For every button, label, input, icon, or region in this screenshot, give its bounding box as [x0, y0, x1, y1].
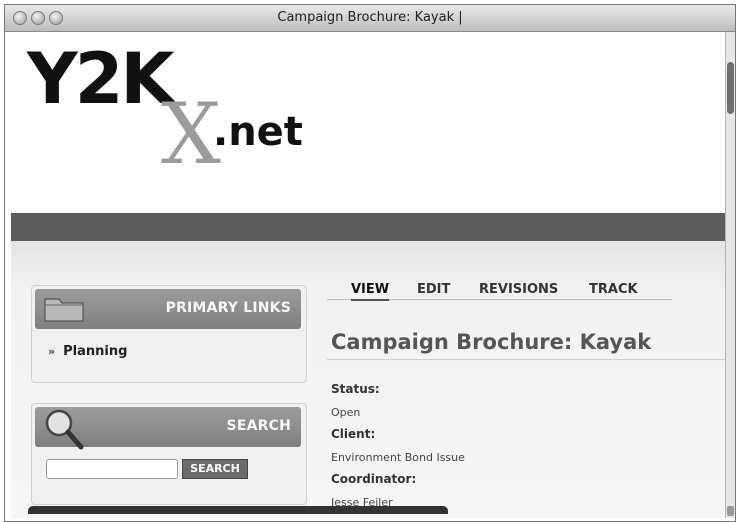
logo-net-text: .net [213, 109, 303, 155]
search-block: SEARCH SEARCH [31, 403, 307, 505]
window-title: Campaign Brochure: Kayak | [277, 10, 463, 25]
vertical-scrollbar[interactable] [725, 32, 735, 518]
search-header: SEARCH [35, 407, 301, 450]
search-input[interactable] [46, 459, 178, 479]
client-value: Environment Bond Issue [331, 451, 465, 464]
sidebar-item-planning[interactable]: » Planning [48, 344, 127, 359]
scroll-down-arrow-icon[interactable] [727, 506, 734, 516]
tab-view[interactable]: VIEW [351, 282, 390, 301]
folder-icon [44, 298, 84, 322]
logo-x-text: X [161, 85, 221, 183]
title-bar: Campaign Brochure: Kayak | [5, 5, 735, 32]
page-title: Campaign Brochure: Kayak [331, 330, 652, 354]
title-divider [327, 359, 725, 360]
bottom-window-edge [28, 506, 448, 514]
scroll-thumb[interactable] [727, 62, 734, 114]
tab-revisions[interactable]: REVISIONS [479, 282, 558, 297]
coordinator-label: Coordinator: [331, 472, 417, 486]
browser-window: Campaign Brochure: Kayak | Y2K X .net PR… [4, 4, 736, 522]
search-button[interactable]: SEARCH [182, 459, 248, 479]
tab-track[interactable]: TRACK [589, 282, 638, 297]
status-value: Open [331, 406, 361, 419]
header-bar [11, 213, 725, 241]
search-title: SEARCH [226, 418, 291, 434]
magnifying-glass-icon [45, 409, 84, 450]
page-content: Y2K X .net PRIMARY LINKS » Planning SEAR… [11, 32, 725, 518]
client-label: Client: [331, 427, 376, 441]
node-tabs: VIEW EDIT REVISIONS TRACK [327, 273, 672, 301]
sidebar-item-label: Planning [63, 344, 128, 359]
primary-links-title: PRIMARY LINKS [165, 300, 291, 316]
status-label: Status: [331, 382, 380, 396]
logo-y2k-text: Y2K [27, 38, 175, 120]
tab-edit[interactable]: EDIT [417, 282, 450, 297]
primary-links-block: PRIMARY LINKS » Planning [31, 285, 307, 383]
primary-links-header: PRIMARY LINKS [35, 289, 301, 329]
bullet-icon: » [48, 345, 56, 358]
